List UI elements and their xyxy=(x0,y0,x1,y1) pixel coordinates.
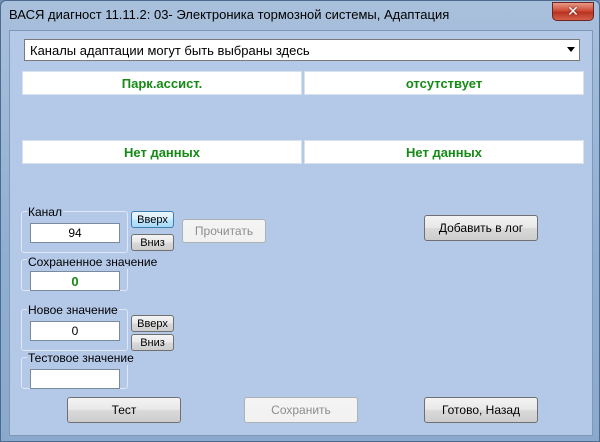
window-title: ВАСЯ диагност 11.11.2: 03- Электроника т… xyxy=(9,7,450,22)
close-button[interactable]: ✕ xyxy=(552,2,594,21)
saved-value-label: Сохраненное значение xyxy=(27,255,159,269)
panel-param-value: отсутствует xyxy=(304,71,584,95)
channel-field[interactable]: 94 xyxy=(30,223,120,243)
test-button[interactable]: Тест xyxy=(67,397,181,423)
client-area: Каналы адаптации могут быть выбраны здес… xyxy=(9,30,593,436)
test-value-field[interactable] xyxy=(30,369,120,389)
save-button[interactable]: Сохранить xyxy=(244,397,358,423)
channel-up-button[interactable]: Вверх xyxy=(131,211,174,228)
saved-value-field: 0 xyxy=(30,271,120,291)
done-back-button[interactable]: Готово, Назад xyxy=(424,397,538,423)
channel-label: Канал xyxy=(27,205,63,219)
new-value-down-button[interactable]: Вниз xyxy=(131,334,174,351)
new-value-field[interactable]: 0 xyxy=(30,321,120,341)
panel-data-right: Нет данных xyxy=(304,140,584,164)
new-value-up-button[interactable]: Вверх xyxy=(131,315,174,332)
adaptation-window: ВАСЯ диагност 11.11.2: 03- Электроника т… xyxy=(0,0,600,442)
channel-select-combobox[interactable]: Каналы адаптации могут быть выбраны здес… xyxy=(24,39,580,61)
panel-data-left: Нет данных xyxy=(22,140,302,164)
add-to-log-button[interactable]: Добавить в лог xyxy=(424,215,538,241)
close-icon: ✕ xyxy=(567,3,579,20)
panel-param-name: Парк.ассист. xyxy=(22,71,302,95)
read-button[interactable]: Прочитать xyxy=(182,219,266,243)
combo-value: Каналы адаптации могут быть выбраны здес… xyxy=(30,42,310,58)
channel-down-button[interactable]: Вниз xyxy=(131,234,174,251)
new-value-label: Новое значение xyxy=(27,303,119,317)
chevron-down-icon xyxy=(567,47,575,52)
test-value-label: Тестовое значение xyxy=(27,351,135,365)
